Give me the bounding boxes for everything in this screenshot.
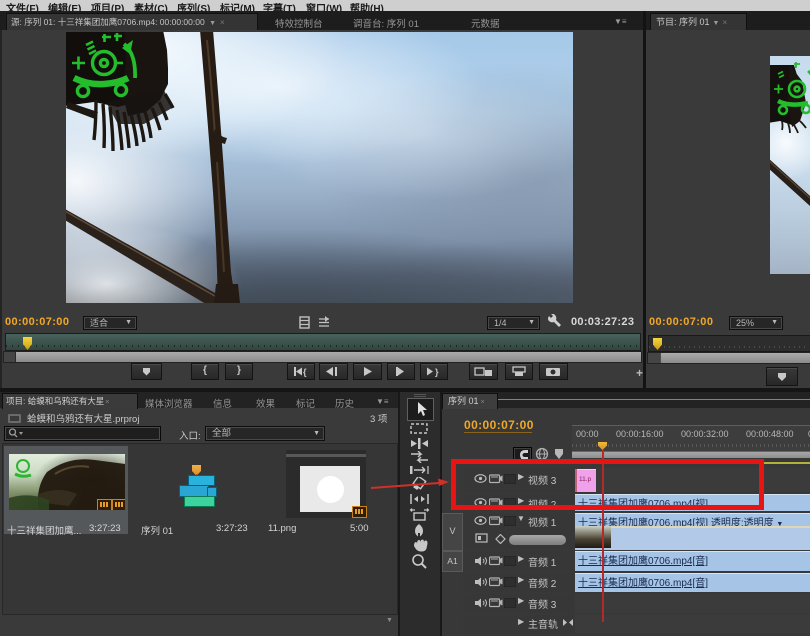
svg-text:{: { (303, 367, 307, 377)
svg-text:}: } (435, 367, 439, 377)
